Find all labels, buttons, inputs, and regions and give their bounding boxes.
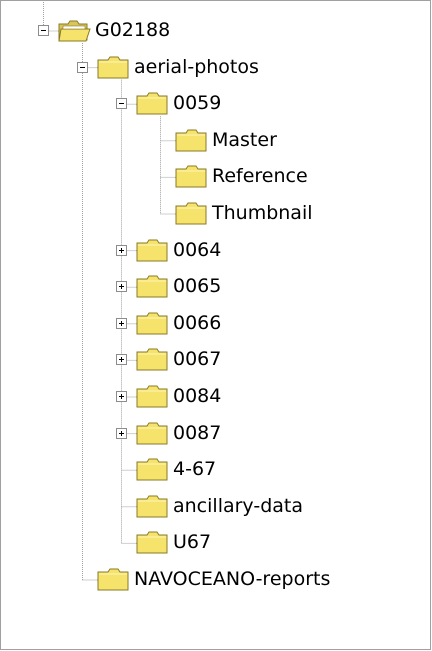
tree-node-label[interactable]: aerial-photos [131,54,262,80]
folder-icon [135,91,169,117]
tree-node[interactable]: G02188 [0,13,430,49]
tree-node[interactable]: Thumbnail [0,196,430,232]
tree-node-label[interactable]: 4-67 [170,456,219,482]
folder-icon [135,347,169,373]
tree-node-label[interactable]: 0066 [170,310,224,336]
tree-node[interactable]: U67 [0,525,430,561]
expand-toggle[interactable] [116,317,127,329]
tree-node[interactable]: 0066 [0,306,430,342]
tree-node-label[interactable]: 0064 [170,237,224,263]
tree-node-label[interactable]: 0059 [170,90,224,116]
tree-node[interactable]: 4-67 [0,452,430,488]
tree-node-label[interactable]: 0065 [170,273,224,299]
open-folder-icon [57,18,91,44]
tree-node[interactable]: ancillary-data [0,489,430,525]
tree-node-label[interactable]: 0084 [170,383,224,409]
tree-node[interactable]: 0084 [0,379,430,415]
tree-node-label[interactable]: 0067 [170,346,224,372]
tree-node[interactable]: aerial-photos [0,50,430,86]
folder-icon [135,457,169,483]
tree-node-label[interactable]: Reference [209,163,311,189]
collapse-toggle[interactable] [116,98,127,110]
folder-icon [174,201,208,227]
tree-node-label[interactable]: 0087 [170,420,224,446]
tree-node[interactable]: 0067 [0,342,430,378]
folder-icon [174,128,208,154]
expand-toggle[interactable] [116,391,127,402]
tree-node[interactable]: Reference [0,159,430,195]
folder-icon [135,238,169,264]
tree-node[interactable]: 0065 [0,269,430,305]
tree-node-label[interactable]: G02188 [92,17,173,43]
folder-icon [135,311,169,337]
folder-icon [135,494,169,520]
folder-icon [96,567,130,593]
collapse-toggle[interactable] [38,25,49,36]
tree-node-label[interactable]: ancillary-data [170,493,306,519]
expand-toggle[interactable] [116,427,127,439]
folder-icon [135,530,169,556]
tree-node-label[interactable]: Thumbnail [209,200,316,226]
folder-icon [135,421,169,447]
expand-toggle[interactable] [116,354,127,366]
tree-node[interactable]: NAVOCEANO-reports [0,562,430,598]
collapse-toggle[interactable] [77,61,88,73]
tree-node-label[interactable]: Master [209,127,280,153]
tree-node-label[interactable]: U67 [170,529,214,555]
folder-icon [135,384,169,410]
tree-node[interactable]: 0064 [0,233,430,269]
tree-node[interactable]: Master [0,123,430,159]
folder-icon [135,274,169,300]
folder-icon [174,164,208,190]
folder-tree: G02188 aerial-photos 0059 Master Referen… [0,0,432,651]
tree-node-label[interactable]: NAVOCEANO-reports [131,566,333,592]
tree-node[interactable]: 0059 [0,86,430,122]
expand-toggle[interactable] [116,281,127,293]
folder-icon [96,55,130,81]
expand-toggle[interactable] [116,244,127,256]
tree-node[interactable]: 0087 [0,416,430,452]
